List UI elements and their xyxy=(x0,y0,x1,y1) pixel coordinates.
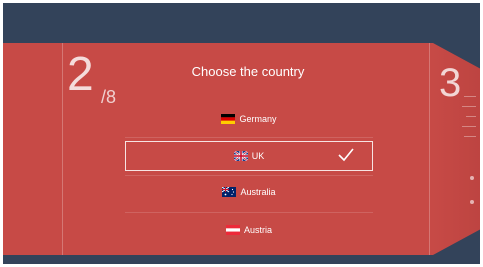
row-divider xyxy=(125,212,373,213)
australia-flag-icon xyxy=(222,187,237,197)
right-divider xyxy=(429,43,430,255)
next-panel-decoration xyxy=(458,88,478,218)
page-title: Choose the country xyxy=(191,64,305,79)
country-option-uk[interactable]: UK xyxy=(125,141,373,171)
row-divider xyxy=(125,137,373,138)
germany-flag-icon xyxy=(221,114,236,124)
row-divider xyxy=(125,175,373,176)
uk-flag-icon xyxy=(233,151,248,161)
decor-tick xyxy=(464,96,476,97)
decor-tick xyxy=(466,116,476,117)
decor-tick xyxy=(462,106,476,107)
decor-tick xyxy=(464,136,476,137)
austria-flag-icon xyxy=(225,225,240,235)
current-step: 2 xyxy=(67,48,94,101)
left-divider xyxy=(62,43,63,255)
checkmark-icon xyxy=(338,148,354,162)
country-label: Austria xyxy=(243,225,272,235)
country-option-germany[interactable]: Germany xyxy=(125,104,373,134)
country-label: UK xyxy=(251,151,265,161)
screen: 2 /8 3 Choose the country Germany UK Aus… xyxy=(3,3,480,264)
total-steps: /8 xyxy=(101,87,117,107)
country-option-australia[interactable]: Australia xyxy=(125,177,373,207)
country-label: Germany xyxy=(239,114,277,124)
decor-dot xyxy=(470,176,474,180)
decor-dot xyxy=(470,200,474,204)
decor-tick xyxy=(462,126,476,127)
country-label: Australia xyxy=(240,187,276,197)
country-option-austria[interactable]: Austria xyxy=(125,215,373,245)
